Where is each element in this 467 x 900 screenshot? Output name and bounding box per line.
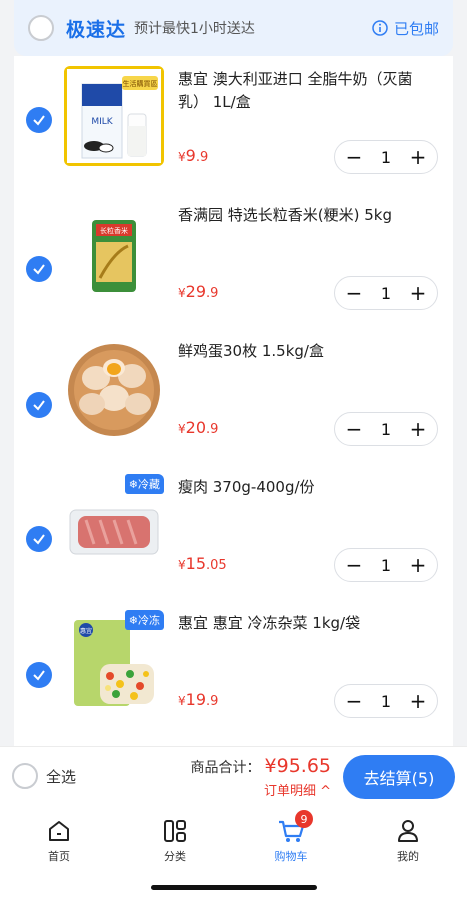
frozen-tag: ❄冷冻	[124, 610, 164, 630]
chilled-tag: ❄冷藏	[124, 474, 164, 494]
item-checkbox[interactable]	[26, 526, 52, 552]
checkout-button[interactable]: 去结算(5)	[343, 755, 455, 799]
checkmark-icon	[33, 264, 45, 275]
product-image-milk[interactable]: MILK 生活購買區	[64, 66, 164, 166]
profile-icon	[398, 820, 418, 842]
product-image-eggs[interactable]	[64, 338, 164, 438]
item-checkbox[interactable]	[26, 107, 52, 133]
product-image-pork[interactable]: ❄冷藏	[64, 474, 164, 574]
milk-box-text: MILK	[91, 117, 113, 127]
item-checkbox[interactable]	[26, 256, 52, 282]
product-price: ¥15.05	[178, 554, 227, 573]
tab-category[interactable]: 分类	[135, 814, 215, 864]
cart-item: MILK 生活購買區 惠宜 澳大利亚进口 全脂牛奶（灭菌乳） 1L/盒 ¥9.9…	[14, 56, 453, 192]
veg-brand-text: 惠宜	[80, 627, 92, 635]
product-name[interactable]: 瘦肉 370g-400g/份	[178, 476, 440, 499]
checkout-bar: 全选 商品合计： ¥95.65 订单明细 ^ 去结算(5)	[0, 746, 467, 806]
increase-button[interactable]: +	[407, 417, 429, 441]
checkmark-icon	[33, 534, 45, 545]
quantity-value[interactable]: 1	[381, 692, 391, 711]
tab-home-label: 首页	[48, 850, 70, 863]
delivery-header: 极速达 预计最快1小时送达 已包邮	[14, 0, 453, 56]
product-image-mixed-veg[interactable]: ❄冷冻 惠宜	[64, 610, 164, 710]
product-name[interactable]: 惠宜 澳大利亚进口 全脂牛奶（灭菌乳） 1L/盒	[178, 68, 440, 114]
quantity-stepper: − 1 +	[334, 412, 438, 446]
product-name[interactable]: 香满园 特选长粒香米(粳米) 5kg	[178, 204, 440, 227]
item-checkbox[interactable]	[26, 392, 52, 418]
product-price: ¥20.9	[178, 418, 219, 437]
select-store-checkbox[interactable]	[28, 15, 54, 41]
item-checkbox[interactable]	[26, 662, 52, 688]
tab-cart[interactable]: 9 购物车	[251, 810, 331, 864]
tab-profile[interactable]: 我的	[368, 814, 448, 864]
decrease-button[interactable]: −	[343, 145, 365, 169]
total-label: 商品合计：	[190, 760, 261, 776]
checkmark-icon	[33, 115, 45, 126]
rice-bag-image: 长粒香米	[64, 202, 164, 302]
quantity-value[interactable]: 1	[381, 284, 391, 303]
home-icon	[49, 821, 69, 841]
product-price: ¥9.9	[178, 146, 209, 165]
info-icon	[372, 20, 388, 36]
eggs-bowl-image	[64, 338, 164, 438]
order-detail-link[interactable]: 订单明细 ^	[264, 780, 331, 799]
decrease-button[interactable]: −	[343, 281, 365, 305]
decrease-button[interactable]: −	[343, 689, 365, 713]
total-amount: ¥95.65	[264, 755, 331, 777]
quantity-stepper: − 1 +	[334, 684, 438, 718]
quantity-value[interactable]: 1	[381, 148, 391, 167]
select-all-label: 全选	[46, 767, 77, 786]
tab-cart-label: 购物车	[274, 850, 308, 863]
quantity-stepper: − 1 +	[334, 140, 438, 174]
cart-item: ❄冷冻 惠宜 惠宜 惠宜 冷冻杂菜 1kg/袋 ¥19.9 − 1 +	[14, 600, 453, 736]
product-price: ¥29.9	[178, 282, 219, 301]
cart-item: 鲜鸡蛋30枚 1.5kg/盒 ¥20.9 − 1 +	[14, 328, 453, 464]
select-all[interactable]: 全选	[12, 763, 76, 789]
increase-button[interactable]: +	[407, 281, 429, 305]
quantity-stepper: − 1 +	[334, 276, 438, 310]
checkmark-icon	[33, 670, 45, 681]
delivery-eta: 预计最快1小时送达	[134, 21, 255, 37]
decrease-button[interactable]: −	[343, 417, 365, 441]
product-image-rice[interactable]: 长粒香米	[64, 202, 164, 302]
product-price: ¥19.9	[178, 690, 219, 709]
product-name[interactable]: 惠宜 惠宜 冷冻杂菜 1kg/袋	[178, 612, 440, 635]
milk-carton-image: MILK 生活購買區	[64, 66, 164, 166]
increase-button[interactable]: +	[407, 689, 429, 713]
free-shipping-info[interactable]: 已包邮	[372, 18, 439, 39]
tab-home[interactable]: 首页	[19, 814, 99, 864]
order-total: 商品合计： ¥95.65	[191, 755, 331, 777]
home-indicator[interactable]	[151, 885, 317, 890]
select-all-checkbox[interactable]	[12, 763, 38, 789]
quantity-stepper: − 1 +	[334, 548, 438, 582]
increase-button[interactable]: +	[407, 553, 429, 577]
cart-item: 长粒香米 香满园 特选长粒香米(粳米) 5kg ¥29.9 − 1 +	[14, 192, 453, 328]
cart-item-list[interactable]: MILK 生活購買區 惠宜 澳大利亚进口 全脂牛奶（灭菌乳） 1L/盒 ¥9.9…	[14, 56, 453, 746]
quantity-value[interactable]: 1	[381, 420, 391, 439]
delivery-brand: 极速达	[66, 18, 127, 41]
milk-box-caption: 生活購買區	[123, 79, 158, 88]
product-name[interactable]: 鲜鸡蛋30枚 1.5kg/盒	[178, 340, 440, 363]
cart-count-badge: 9	[295, 810, 313, 828]
cart-item: ❄冷藏 瘦肉 370g-400g/份 ¥15.05 − 1 +	[14, 464, 453, 600]
category-icon	[164, 820, 186, 842]
increase-button[interactable]: +	[407, 145, 429, 169]
tab-category-label: 分类	[164, 850, 186, 863]
rice-bag-text: 长粒香米	[100, 226, 128, 235]
decrease-button[interactable]: −	[343, 553, 365, 577]
free-shipping-label: 已包邮	[393, 19, 439, 38]
tab-profile-label: 我的	[397, 850, 419, 863]
checkmark-icon	[33, 400, 45, 411]
quantity-value[interactable]: 1	[381, 556, 391, 575]
